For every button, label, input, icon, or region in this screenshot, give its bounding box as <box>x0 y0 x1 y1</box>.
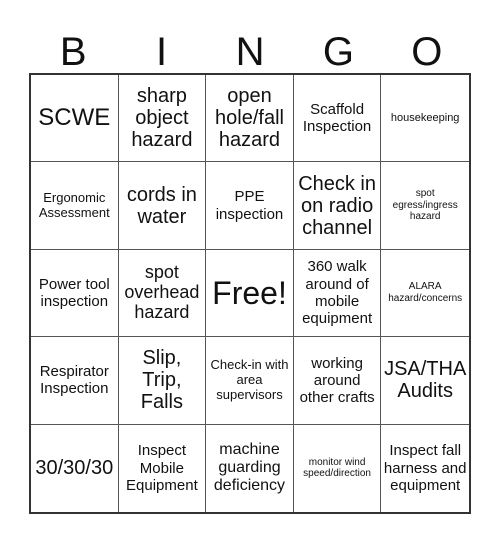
cell-text: ALARA hazard/concerns <box>388 281 463 304</box>
cell-text: Inspect Mobile Equipment <box>126 442 198 494</box>
bingo-cell[interactable]: Check in on radio channel <box>293 162 382 250</box>
bingo-cell[interactable]: Check-in with area supervisors <box>206 337 294 425</box>
bingo-cell[interactable]: Respirator Inspection <box>31 337 119 425</box>
cell-text: SCWE <box>38 104 111 132</box>
cell-text: working around other crafts <box>299 354 375 407</box>
cell-text: Respirator Inspection <box>39 363 109 398</box>
cell-text: open hole/fall hazard <box>215 85 284 152</box>
bingo-cell[interactable]: ALARA hazard/concerns <box>381 250 469 338</box>
bingo-cell[interactable]: Ergonomic Assessment <box>31 162 119 250</box>
bingo-cell[interactable]: 360 walk around of mobile equipment <box>293 249 382 338</box>
bingo-cell[interactable]: JSA/THA Audits <box>381 337 469 425</box>
bingo-cell[interactable]: spot overhead hazard <box>118 249 207 338</box>
cell-text: monitor wind speed/direction <box>303 456 371 480</box>
free-space-text: Free! <box>212 274 287 311</box>
bingo-grid: SCWE sharp object hazard open hole/fall … <box>29 73 471 514</box>
bingo-cell[interactable]: sharp object hazard <box>118 75 207 163</box>
cell-text: Inspect fall harness and equipment <box>383 442 467 494</box>
header-letter-n: N <box>235 30 265 74</box>
bingo-cell[interactable]: housekeeping <box>381 75 469 163</box>
bingo-cell[interactable]: spot egress/ingress hazard <box>381 162 469 250</box>
bingo-cell[interactable]: PPE inspection <box>206 162 294 250</box>
cell-text: Power tool inspection <box>38 275 110 310</box>
bingo-cell[interactable]: monitor wind speed/direction <box>294 424 382 512</box>
free-space-cell[interactable]: Free! <box>206 249 294 338</box>
cell-text: Check in on radio channel <box>298 172 376 239</box>
cell-text: Slip, Trip, Falls <box>140 347 183 414</box>
bingo-cell[interactable]: Inspect Mobile Equipment <box>119 424 207 512</box>
cell-text: machine guarding deficiency <box>213 440 286 495</box>
header-letter-b: B <box>59 30 87 74</box>
cell-text: spot overhead hazard <box>124 262 200 322</box>
header-letter-o: O <box>411 30 443 74</box>
bingo-cell[interactable]: SCWE <box>31 75 119 163</box>
bingo-cell[interactable]: Power tool inspection <box>31 249 119 338</box>
bingo-cell[interactable]: open hole/fall hazard <box>206 75 294 163</box>
header-letter-g: G <box>322 30 354 74</box>
cell-text: 360 walk around of mobile equipment <box>302 258 373 328</box>
cell-text: sharp object hazard <box>131 85 193 152</box>
header-letter-i: I <box>156 30 168 74</box>
cell-text: spot egress/ingress hazard <box>392 188 458 223</box>
bingo-cell[interactable]: Slip, Trip, Falls <box>118 337 207 425</box>
cell-text: housekeeping <box>390 111 460 124</box>
cell-text: cords in water <box>126 183 197 228</box>
cell-text: JSA/THA Audits <box>384 358 467 403</box>
bingo-cell[interactable]: working around other crafts <box>293 337 382 425</box>
bingo-cell[interactable]: 30/30/30 <box>31 424 119 512</box>
bingo-cell[interactable]: cords in water <box>118 162 207 250</box>
cell-text: PPE inspection <box>215 188 284 223</box>
bingo-cell[interactable]: Inspect fall harness and equipment <box>381 425 469 512</box>
cell-text: Scaffold Inspection <box>302 100 372 136</box>
bingo-cell[interactable]: machine guarding deficiency <box>206 424 294 512</box>
cell-text: 30/30/30 <box>35 457 114 480</box>
cell-text: Ergonomic Assessment <box>38 189 110 220</box>
cell-text: Check-in with area supervisors <box>210 356 289 402</box>
bingo-cell[interactable]: Scaffold Inspection <box>293 75 382 163</box>
bingo-header: B I N G O <box>29 30 471 74</box>
